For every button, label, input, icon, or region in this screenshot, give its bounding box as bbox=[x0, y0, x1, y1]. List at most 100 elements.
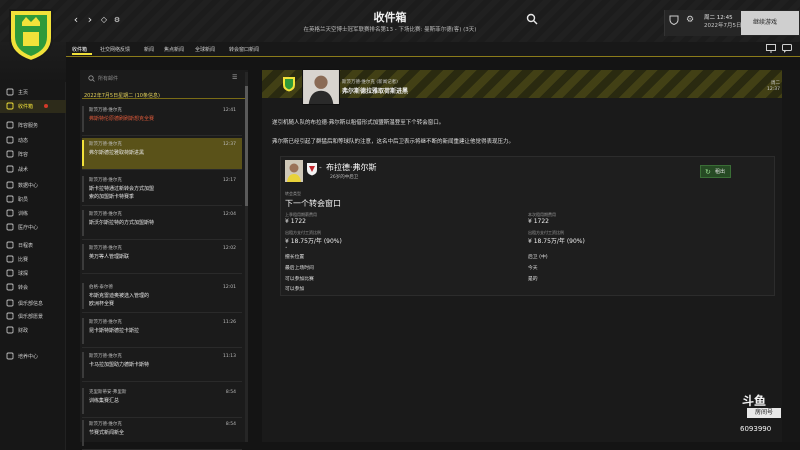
sidebar-item-label: 俱乐部信息 bbox=[18, 301, 44, 307]
medical-icon bbox=[6, 223, 14, 231]
sidebar-item-14[interactable]: 俱乐部信息 bbox=[0, 297, 66, 310]
chat-icon[interactable] bbox=[782, 44, 792, 53]
shield-icon[interactable] bbox=[669, 15, 679, 25]
sidebar-item-label: 培养中心 bbox=[18, 354, 39, 360]
player-photo[interactable] bbox=[285, 160, 303, 182]
loan-out-button[interactable]: ↻ 租出 bbox=[700, 165, 731, 178]
calendar-icon bbox=[6, 241, 14, 249]
sidebar-item-8[interactable]: 训练 bbox=[0, 207, 66, 220]
sidebar-item-5[interactable]: 战术 bbox=[0, 163, 66, 176]
message-header bbox=[262, 70, 782, 98]
page-subtitle: 在英格兰天空博士冠军联赛排名第13 - 下场比赛: 曼斯菲尔德(客) (3天) bbox=[303, 27, 477, 33]
sidebar-item-7[interactable]: 职员 bbox=[0, 193, 66, 206]
list-item-subject: 训练集赛汇总 bbox=[89, 398, 120, 404]
list-item-subject: 布斯克雷迪奥被选入管理的 bbox=[89, 293, 150, 299]
list-item[interactable]: 克里斯蒂安·弗里斯 训练集赛汇总 8:54 bbox=[82, 386, 242, 418]
transfer-type-value: 下一个转会窗口 bbox=[285, 199, 341, 208]
tab-inbox[interactable]: 收件箱 bbox=[72, 46, 87, 53]
list-scrollbar[interactable] bbox=[245, 72, 248, 442]
data-icon bbox=[6, 181, 14, 189]
watermark-room-tag: 房间号 bbox=[747, 408, 781, 418]
date-group-header[interactable]: 2022年7月5日星期二 (10条信息) bbox=[82, 91, 246, 99]
list-item-subject: 斯卡拉特通过新转会方式加盟 bbox=[89, 186, 155, 192]
list-item[interactable]: 斯茨万德·维尔克 昆卡斯特斯德拉卡斯拉 11:26 bbox=[82, 316, 242, 348]
training-icon bbox=[6, 209, 14, 217]
list-item[interactable]: 伯格·泰尔德 布斯克雷迪奥被选入管理的 12:01 欧洲杯全赛 bbox=[82, 281, 242, 313]
board-icon bbox=[6, 165, 14, 173]
list-item-marker bbox=[82, 420, 84, 446]
settings-nav-button[interactable]: ⚙ bbox=[111, 13, 123, 27]
sidebar-item-15[interactable]: 俱乐部愿景 bbox=[0, 310, 66, 323]
list-item-marker bbox=[82, 140, 84, 166]
list-item-subject: 弗尔斯德拉雅取荷斯进黑 bbox=[89, 150, 145, 156]
list-item[interactable]: 斯茨万德·维尔克 节赛式新闻新全 8:54 bbox=[82, 418, 242, 450]
sidebar-item-11[interactable]: 比赛 bbox=[0, 253, 66, 266]
sidebar-item-4[interactable]: 阵容 bbox=[0, 148, 66, 161]
sidebar-item-12[interactable]: 球探 bbox=[0, 267, 66, 280]
loan-club-crest-icon bbox=[307, 163, 317, 176]
sidebar-item-17[interactable]: 培养中心 bbox=[0, 350, 66, 363]
scout-icon bbox=[6, 269, 14, 277]
sidebar-item-label: 主页 bbox=[18, 90, 29, 96]
list-item[interactable]: 斯茨万德·维尔克 斯卡拉特通过新转会方式加盟 12:17 索的加盟斯卡特赛季 bbox=[82, 174, 242, 206]
tactics-icon bbox=[6, 150, 14, 158]
list-item-subject: 弗斯特伦原德刷刷斯想克全赛 bbox=[89, 116, 155, 122]
sidebar-item-label: 训练 bbox=[18, 211, 29, 217]
gear-icon[interactable]: ⚙ bbox=[686, 15, 696, 25]
scrollbar-thumb[interactable] bbox=[245, 86, 248, 206]
list-item[interactable]: 斯茨万德·维尔克 卡马拉加盟助力德斯卡斯特 11:13 bbox=[82, 350, 242, 382]
attr-value-2: 今天 bbox=[528, 266, 538, 271]
present-icon[interactable] bbox=[766, 44, 776, 53]
list-item-sender: 克里斯蒂安·弗里斯 bbox=[89, 390, 127, 395]
search-input[interactable]: 所有邮件 ☰ bbox=[82, 72, 242, 84]
fee-value-right: ¥ 1722 bbox=[528, 218, 549, 225]
player-name[interactable]: 布拉德·弗尔斯 bbox=[326, 162, 377, 173]
list-item[interactable]: 斯茨万德·维尔克 斯沃尔斯拉特的方式加盟斯特 12:04 bbox=[82, 208, 242, 240]
tab-social-feed[interactable]: 社交网络反馈 bbox=[100, 46, 130, 53]
list-item-sender: 伯格·泰尔德 bbox=[89, 285, 113, 290]
sidebar-item-0[interactable]: 主页 bbox=[0, 86, 66, 99]
forward-button[interactable]: › bbox=[84, 13, 96, 27]
list-item-sender: 斯茨万德·维尔克 bbox=[89, 422, 122, 427]
sidebar-item-6[interactable]: 数据中心 bbox=[0, 179, 66, 192]
back-button[interactable]: ‹ bbox=[70, 13, 82, 27]
sidebar-item-9[interactable]: 医疗中心 bbox=[0, 221, 66, 234]
sidebar-item-16[interactable]: 财政 bbox=[0, 324, 66, 337]
search-icon[interactable] bbox=[526, 13, 538, 25]
list-item-subject: 昆卡斯特斯德拉卡斯拉 bbox=[89, 328, 140, 334]
list-item[interactable]: 斯茨万德·维尔克 弗尔斯德拉雅取荷斯进黑 12:37 bbox=[82, 138, 242, 170]
list-item-sender: 斯茨万德·维尔克 bbox=[89, 212, 122, 217]
list-item-subject: 卡马拉加盟助力德斯卡斯特 bbox=[89, 362, 150, 368]
tab-bar: 收件箱 社交网络反馈 新闻 焦点新闻 全球新闻 转会窗口新闻 bbox=[66, 42, 800, 56]
list-item-time: 11:26 bbox=[223, 320, 236, 325]
sidebar-item-1[interactable]: 收件箱 bbox=[0, 100, 66, 113]
tab-transfer-news[interactable]: 转会窗口新闻 bbox=[229, 46, 259, 53]
list-item-time: 12:17 bbox=[223, 178, 236, 183]
inbox-icon bbox=[6, 102, 14, 110]
tab-news[interactable]: 新闻 bbox=[144, 46, 154, 53]
filter-icon[interactable]: ☰ bbox=[232, 74, 237, 81]
squad-icon bbox=[6, 121, 14, 129]
sidebar-item-13[interactable]: 转会 bbox=[0, 281, 66, 294]
list-item[interactable]: 斯茨万德·维尔克 英万等人管理斯联 12:02 bbox=[82, 242, 242, 274]
message-body-paragraph-1: 遂引机随人队的布拉德·弗尔斯以租借形式加盟斯温登至下个转会窗口。 bbox=[272, 120, 445, 126]
sidebar-item-2[interactable]: 阵容服务 bbox=[0, 119, 66, 132]
message-sender: 斯茨万德·维尔克 (新闻记者) bbox=[342, 80, 398, 85]
wage-value-right: ¥ 18.75万/年 (90%) bbox=[528, 238, 585, 245]
list-item-subject: 节赛式新闻新全 bbox=[89, 430, 125, 436]
development-icon bbox=[6, 352, 14, 360]
home-nav-button[interactable]: ◇ bbox=[98, 13, 110, 27]
tab-world-news[interactable]: 全球新闻 bbox=[195, 46, 215, 53]
sender-avatar bbox=[302, 69, 340, 105]
list-item[interactable]: 斯茨万德·维尔克 弗斯特伦原德刷刷斯想克全赛 12:41 bbox=[82, 104, 242, 136]
continue-button[interactable]: 继续游戏 bbox=[741, 11, 799, 35]
club-crest-icon[interactable] bbox=[6, 4, 56, 62]
sidebar-item-3[interactable]: 动态 bbox=[0, 134, 66, 147]
list-item-marker bbox=[82, 388, 84, 414]
sidebar-item-10[interactable]: 日程表 bbox=[0, 239, 66, 252]
tab-headlines[interactable]: 焦点新闻 bbox=[164, 46, 184, 53]
loan-out-label: 租出 bbox=[715, 169, 726, 175]
list-item-subject-line2: 索的加盟斯卡特赛季 bbox=[89, 194, 135, 200]
watermark-room-number: 6093990 bbox=[740, 425, 772, 433]
list-item-marker bbox=[82, 283, 84, 309]
